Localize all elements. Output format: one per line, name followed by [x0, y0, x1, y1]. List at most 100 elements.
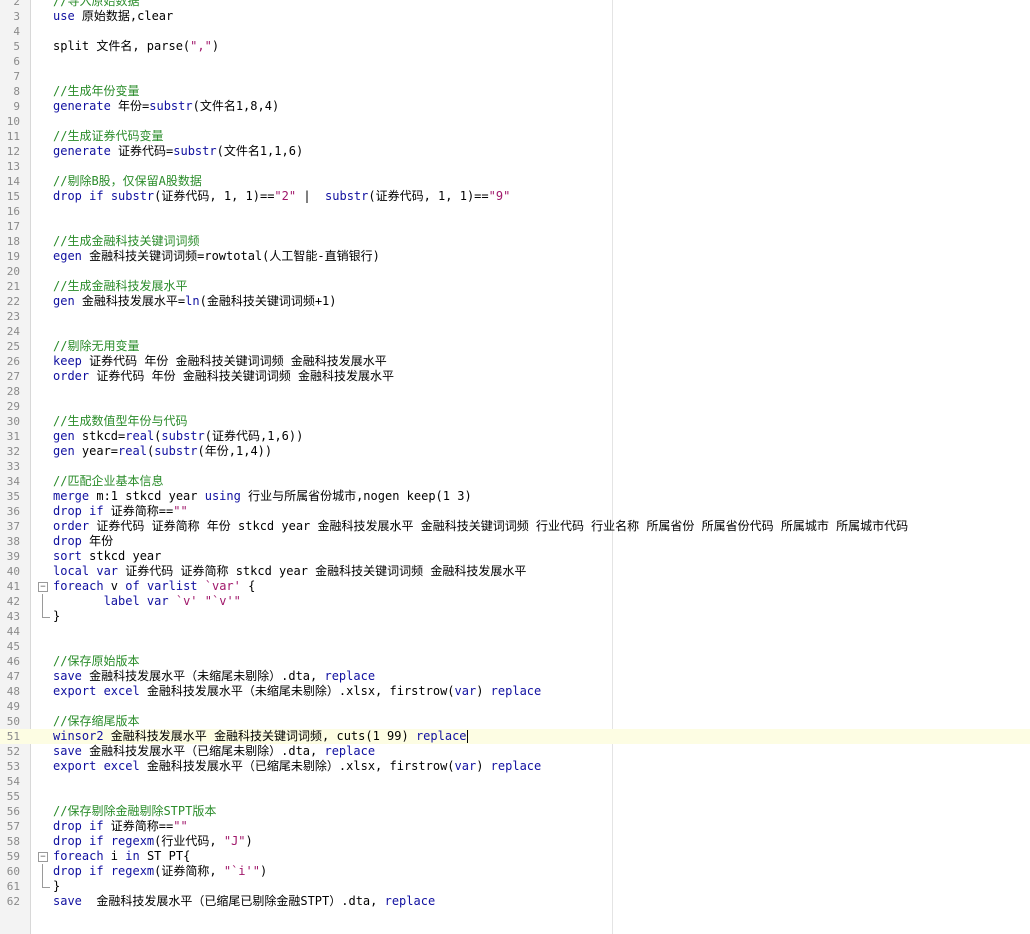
code-line[interactable]: 45: [0, 639, 1030, 654]
line-number: 26: [6, 355, 20, 368]
code-line[interactable]: 54: [0, 774, 1030, 789]
code-line[interactable]: 11 //生成证券代码变量: [0, 129, 1030, 144]
text-token: }: [53, 609, 61, 623]
line-number: 36: [6, 505, 20, 518]
code-line[interactable]: 22 gen 金融科技发展水平=ln(金融科技关键词词频+1): [0, 294, 1030, 309]
line-number: 12: [6, 145, 20, 158]
code-line[interactable]: 38 drop 年份: [0, 534, 1030, 549]
code-line[interactable]: 23: [0, 309, 1030, 324]
string-token: ",": [190, 39, 212, 53]
code-line[interactable]: 35 merge m:1 stkcd year using 行业与所属省份城市,n…: [0, 489, 1030, 504]
code-line[interactable]: 43}: [0, 609, 1030, 624]
line-number: 40: [6, 565, 20, 578]
code-line[interactable]: 3 use 原始数据,clear: [0, 9, 1030, 24]
code-line[interactable]: 48 export excel 金融科技发展水平（未缩尾未剔除）.xlsx, fi…: [0, 684, 1030, 699]
code-line[interactable]: 18 //生成金融科技关键词词频: [0, 234, 1030, 249]
code-line[interactable]: 12 generate 证券代码=substr(文件名1,1,6): [0, 144, 1030, 159]
code-line[interactable]: 32 gen year=real(substr(年份,1,4)): [0, 444, 1030, 459]
string-token: `var': [204, 579, 241, 593]
code-line[interactable]: 5 split 文件名, parse(","): [0, 39, 1030, 54]
code-text: drop if 证券简称=="": [53, 819, 188, 834]
code-line[interactable]: 17: [0, 219, 1030, 234]
code-line[interactable]: 24: [0, 324, 1030, 339]
code-line[interactable]: 58 drop if regexm(行业代码, "J"): [0, 834, 1030, 849]
text-token: (行业代码,: [154, 834, 224, 848]
keyword-token: foreach: [53, 849, 104, 863]
code-line[interactable]: 49: [0, 699, 1030, 714]
code-line[interactable]: 19 egen 金融科技关键词词频=rowtotal(人工智能-直销银行): [0, 249, 1030, 264]
code-line[interactable]: 10: [0, 114, 1030, 129]
code-text: //匹配企业基本信息: [53, 474, 163, 489]
line-number: 53: [6, 760, 20, 773]
code-text: drop if substr(证券代码, 1, 1)=="2" | substr…: [53, 189, 510, 204]
keyword-token: replace: [384, 894, 436, 908]
line-number: 9: [13, 100, 20, 113]
code-line[interactable]: 8 //生成年份变量: [0, 84, 1030, 99]
code-line[interactable]: 46 //保存原始版本: [0, 654, 1030, 669]
keyword-token: substr: [161, 429, 205, 443]
line-number: 56: [6, 805, 20, 818]
code-line[interactable]: 36 drop if 证券简称=="": [0, 504, 1030, 519]
code-text: //剔除B股，仅保留A股数据: [53, 174, 202, 189]
code-line[interactable]: 33: [0, 459, 1030, 474]
line-number: 30: [6, 415, 20, 428]
code-line[interactable]: 16: [0, 204, 1030, 219]
code-line[interactable]: 30 //生成数值型年份与代码: [0, 414, 1030, 429]
line-number: 45: [6, 640, 20, 653]
fold-collapse-icon[interactable]: −: [38, 582, 48, 592]
text-token: 金融科技发展水平 金融科技关键词词频, cuts(1 99): [103, 729, 416, 743]
code-text: local var 证券代码 证券简称 stkcd year 金融科技关键词词频…: [53, 564, 526, 579]
code-line[interactable]: 61}: [0, 879, 1030, 894]
text-token: 金融科技发展水平（已缩尾已剔除金融STPT）.dta,: [81, 894, 385, 908]
line-number: 15: [6, 190, 20, 203]
line-number: 17: [6, 220, 20, 233]
code-line[interactable]: 13: [0, 159, 1030, 174]
code-text: }: [53, 879, 60, 894]
code-line[interactable]: 41 − foreach v of varlist `var' {: [0, 579, 1030, 594]
code-line[interactable]: 2 //导入原始数据: [0, 0, 1030, 9]
line-number: 33: [6, 460, 20, 473]
code-line[interactable]: 34 //匹配企业基本信息: [0, 474, 1030, 489]
code-lines[interactable]: 2//导入原始数据 3 use 原始数据,clear 4 5 split 文件名, par…: [0, 0, 1030, 909]
code-line[interactable]: 40 local var 证券代码 证券简称 stkcd year 金融科技关键词…: [0, 564, 1030, 579]
code-line[interactable]: 9 generate 年份=substr(文件名1,8,4): [0, 99, 1030, 114]
code-line[interactable]: 20: [0, 264, 1030, 279]
code-text: drop 年份: [53, 534, 113, 549]
code-line[interactable]: 31 gen stkcd=real(substr(证券代码,1,6)): [0, 429, 1030, 444]
fold-collapse-icon[interactable]: −: [38, 852, 48, 862]
line-number: 5: [13, 40, 20, 53]
keyword-token: order: [53, 369, 90, 383]
code-line[interactable]: 14 //剔除B股，仅保留A股数据: [0, 174, 1030, 189]
line-number: 49: [6, 700, 20, 713]
code-line[interactable]: 60 drop if regexm(证券简称, "`i'"): [0, 864, 1030, 879]
code-line[interactable]: 47 save 金融科技发展水平（未缩尾未剔除）.dta, replace: [0, 669, 1030, 684]
code-line[interactable]: 6: [0, 54, 1030, 69]
keyword-token: in: [125, 849, 140, 863]
code-line[interactable]: 26 keep 证券代码 年份 金融科技关键词词频 金融科技发展水平: [0, 354, 1030, 369]
code-line[interactable]: 59 − foreach i in ST PT{: [0, 849, 1030, 864]
code-line[interactable]: 7: [0, 69, 1030, 84]
code-line[interactable]: 29: [0, 399, 1030, 414]
code-line[interactable]: 25 //剔除无用变量: [0, 339, 1030, 354]
code-line[interactable]: 21 //生成金融科技发展水平: [0, 279, 1030, 294]
code-line[interactable]: 39 sort stkcd year: [0, 549, 1030, 564]
code-line[interactable]: 53 export excel 金融科技发展水平（已缩尾未剔除）.xlsx, fi…: [0, 759, 1030, 774]
code-editor[interactable]: 2//导入原始数据 3 use 原始数据,clear 4 5 split 文件名, par…: [0, 0, 1030, 934]
code-line[interactable]: 51 winsor2 金融科技发展水平 金融科技关键词词频, cuts(1 99)…: [0, 729, 1030, 744]
code-line[interactable]: 50 //保存缩尾版本: [0, 714, 1030, 729]
code-line[interactable]: 37 order 证券代码 证券简称 年份 stkcd year 金融科技发展水平…: [0, 519, 1030, 534]
code-line[interactable]: 62 save 金融科技发展水平（已缩尾已剔除金融STPT）.dta, repla…: [0, 894, 1030, 909]
code-line[interactable]: 4: [0, 24, 1030, 39]
code-line[interactable]: 27 order 证券代码 年份 金融科技关键词词频 金融科技发展水平: [0, 369, 1030, 384]
code-line[interactable]: 42 label var `v' "`v'": [0, 594, 1030, 609]
code-line[interactable]: 52 save 金融科技发展水平（已缩尾未剔除）.dta, replace: [0, 744, 1030, 759]
code-line[interactable]: 15 drop if substr(证券代码, 1, 1)=="2" | subs…: [0, 189, 1030, 204]
code-line[interactable]: 56 //保存剔除金融剔除STPT版本: [0, 804, 1030, 819]
text-token: stkcd=: [74, 429, 126, 443]
code-line[interactable]: 28: [0, 384, 1030, 399]
code-line[interactable]: 55: [0, 789, 1030, 804]
code-line[interactable]: 57 drop if 证券简称=="": [0, 819, 1030, 834]
text-token: {: [240, 579, 256, 593]
code-line[interactable]: 44: [0, 624, 1030, 639]
